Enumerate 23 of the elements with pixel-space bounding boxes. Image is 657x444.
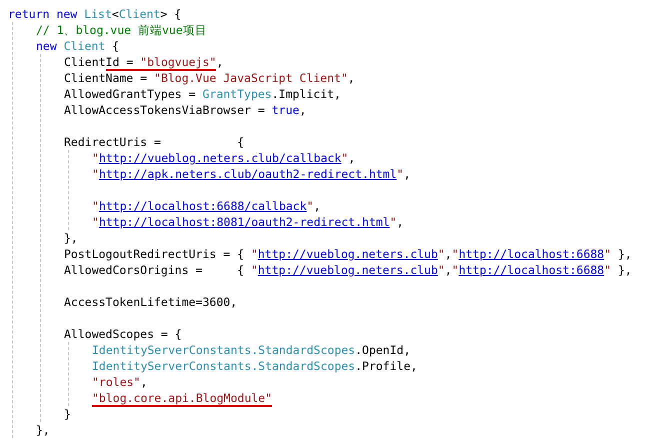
code-line: new Client {	[36, 38, 120, 54]
code-line: ClientId = "blogvuejs",	[64, 54, 224, 70]
code-line: "roles",	[92, 374, 148, 390]
code-line: IdentityServerConstants.StandardScopes.Profile,	[92, 358, 418, 374]
code-line: AllowAccessTokensViaBrowser = true,	[64, 102, 306, 118]
code-line: "http://vueblog.neters.club/callback",	[92, 150, 356, 166]
code-line: AccessTokenLifetime=3600,	[64, 294, 238, 310]
code-line: ClientName = "Blog.Vue JavaScript Client",	[64, 70, 355, 86]
code-line: }	[64, 406, 71, 422]
code-line: // 1、blog.vue 前端vue项目	[36, 22, 207, 38]
code-line: AllowedScopes = {	[64, 326, 182, 342]
code-line: RedirectUris = {	[64, 134, 244, 150]
code-line: },	[36, 422, 50, 438]
code-line: "blog.core.api.BlogModule"	[92, 390, 272, 406]
code-line: },	[64, 230, 78, 246]
code-line: AllowedGrantTypes = GrantTypes.Implicit,	[64, 86, 341, 102]
code-line: IdentityServerConstants.StandardScopes.OpenId,	[92, 342, 410, 358]
code-line: "http://apk.neters.club/oauth2-redirect.html",	[92, 166, 411, 182]
code-line: PostLogoutRedirectUris = { "http://vueblog.neters.club","http://localhost:6688" },	[64, 246, 632, 262]
code-line: AllowedCorsOrigins = { "http://vueblog.neters.club","http://localhost:6688" },	[64, 262, 632, 278]
code-line: return new List<Client> {	[8, 6, 182, 22]
code-line: "http://localhost:8081/oauth2-redirect.html",	[92, 214, 404, 230]
code-line: "http://localhost:6688/callback",	[92, 198, 321, 214]
